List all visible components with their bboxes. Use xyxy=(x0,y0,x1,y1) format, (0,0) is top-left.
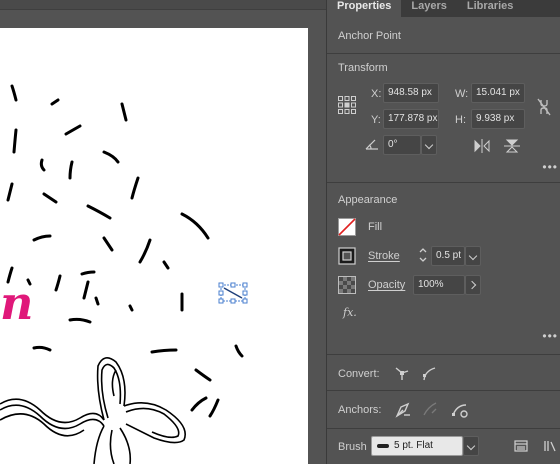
divider xyxy=(327,182,560,183)
remove-anchor-point-icon[interactable] xyxy=(394,401,412,419)
panel-tabs: Properties Layers Libraries xyxy=(327,0,560,17)
y-field[interactable]: 177.878 px xyxy=(383,109,439,129)
stroke-swatch-icon[interactable] xyxy=(338,247,356,265)
anchor-point-title: Anchor Point xyxy=(338,30,401,42)
convert-to-smooth-icon[interactable] xyxy=(421,365,437,381)
chevron-down-icon xyxy=(424,140,434,150)
reference-point-icon[interactable] xyxy=(338,96,356,114)
flip-vertical-icon[interactable] xyxy=(504,139,520,153)
divider xyxy=(327,53,560,54)
appearance-title: Appearance xyxy=(338,194,398,206)
connect-anchor-points-icon[interactable] xyxy=(451,401,469,419)
brush-libraries-icon[interactable] xyxy=(543,440,559,452)
stroke-label[interactable]: Stroke xyxy=(368,250,400,262)
h-label: H: xyxy=(455,114,466,126)
stroke-stepper-icon[interactable] xyxy=(418,246,428,264)
opacity-field[interactable]: 100% xyxy=(413,275,465,295)
more-appearance-options-icon[interactable]: ••• xyxy=(542,329,558,343)
brush-stroke-preview-icon xyxy=(377,444,389,448)
y-label: Y: xyxy=(371,114,381,126)
brush-dropdown-arrow[interactable] xyxy=(463,436,479,456)
properties-panel: Properties Layers Libraries Anchor Point… xyxy=(326,0,560,464)
chevron-right-icon xyxy=(467,280,477,290)
opacity-checker-icon xyxy=(338,276,356,294)
effects-fx-button[interactable]: fx. xyxy=(343,306,357,319)
x-field[interactable]: 948.58 px xyxy=(383,83,439,103)
tab-layers[interactable]: Layers xyxy=(401,0,456,17)
rotate-field[interactable]: 0° xyxy=(383,135,421,155)
more-transform-options-icon[interactable]: ••• xyxy=(542,160,558,174)
rotate-dropdown[interactable] xyxy=(421,135,437,155)
cut-path-icon-disabled xyxy=(423,402,437,416)
canvas-area[interactable]: n xyxy=(0,0,326,464)
chevron-down-icon xyxy=(468,251,478,261)
opacity-label[interactable]: Opacity xyxy=(368,279,405,291)
convert-label: Convert: xyxy=(338,368,380,380)
fill-label: Fill xyxy=(368,221,383,233)
x-label: X: xyxy=(371,88,382,100)
w-label: W: xyxy=(455,88,469,100)
artwork-strokes[interactable] xyxy=(0,0,326,464)
w-field[interactable]: 15.041 px xyxy=(471,83,525,103)
stroke-weight-dropdown[interactable] xyxy=(465,246,481,266)
stroke-weight-field[interactable]: 0.5 pt xyxy=(431,246,465,266)
divider xyxy=(327,354,560,355)
h-field[interactable]: 9.938 px xyxy=(471,109,525,129)
divider xyxy=(327,428,560,429)
tab-properties[interactable]: Properties xyxy=(327,0,402,17)
brushes-panel-icon[interactable] xyxy=(514,440,528,452)
transform-title: Transform xyxy=(338,62,388,74)
constrain-proportions-icon[interactable] xyxy=(537,98,551,116)
rotate-angle-icon xyxy=(365,139,378,150)
convert-to-corner-icon[interactable] xyxy=(394,365,410,381)
fill-swatch-none-icon[interactable] xyxy=(338,218,356,236)
flip-horizontal-icon[interactable] xyxy=(474,139,490,153)
anchors-label: Anchors: xyxy=(338,404,382,416)
canvas-edge xyxy=(308,28,326,464)
divider xyxy=(327,390,560,391)
opacity-expand-button[interactable] xyxy=(465,275,481,295)
chevron-down-icon xyxy=(466,441,476,451)
tab-libraries[interactable]: Libraries xyxy=(457,0,523,17)
brush-label: Brush xyxy=(338,441,367,453)
artwork-pink-letter[interactable]: n xyxy=(0,280,33,326)
